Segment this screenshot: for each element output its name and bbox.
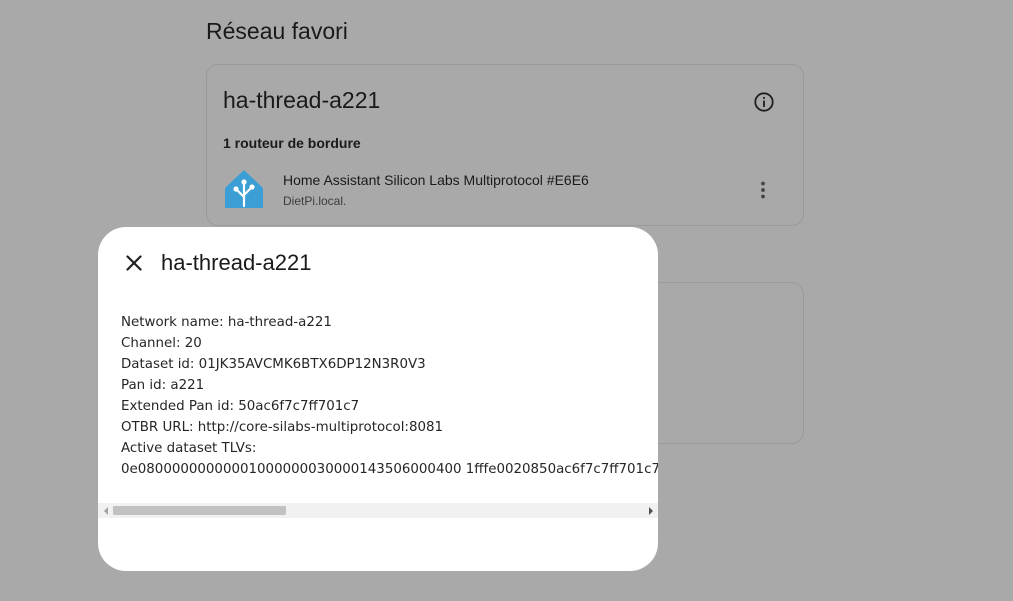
scroll-left-arrow-icon[interactable]	[98, 503, 113, 518]
info-dataset-id: Dataset id: 01JK35AVCMK6BTX6DP12N3R0V3	[121, 357, 426, 372]
network-name: ha-thread-a221	[223, 87, 381, 113]
more-vertical-icon[interactable]	[753, 180, 773, 200]
horizontal-scrollbar[interactable]	[98, 503, 658, 518]
close-icon[interactable]	[122, 251, 146, 275]
dataset-info-scroller[interactable]: Network name: ha-thread-a221 Channel: 20…	[121, 312, 658, 482]
network-info-dialog: ha-thread-a221 Network name: ha-thread-a…	[98, 227, 658, 571]
scroll-right-arrow-icon[interactable]	[643, 503, 658, 518]
router-host: DietPi.local.	[283, 194, 347, 208]
info-extended-pan-id: Extended Pan id: 50ac6f7c7ff701c7	[121, 399, 360, 414]
info-pan-id: Pan id: a221	[121, 378, 205, 393]
info-tlvs-value: 0e08000000000001000000030000143506000400…	[121, 462, 658, 477]
scrollbar-thumb[interactable]	[113, 506, 286, 515]
preferred-network-card: ha-thread-a221 1 routeur de bordure Home…	[206, 64, 804, 226]
router-name: Home Assistant Silicon Labs Multiprotoco…	[283, 172, 589, 188]
info-icon[interactable]	[753, 91, 775, 113]
dialog-title: ha-thread-a221	[161, 250, 312, 275]
home-assistant-logo	[225, 170, 263, 208]
section-title: Réseau favori	[206, 18, 348, 44]
info-network-name: Network name: ha-thread-a221	[121, 315, 332, 330]
border-router-count: 1 routeur de bordure	[223, 135, 361, 151]
dataset-info: Network name: ha-thread-a221 Channel: 20…	[121, 312, 658, 480]
info-tlvs-label: Active dataset TLVs:	[121, 441, 257, 456]
info-otbr-url: OTBR URL: http://core-silabs-multiprotoc…	[121, 420, 444, 435]
dialog-content: Network name: ha-thread-a221 Channel: 20…	[98, 312, 658, 518]
info-channel: Channel: 20	[121, 336, 202, 351]
